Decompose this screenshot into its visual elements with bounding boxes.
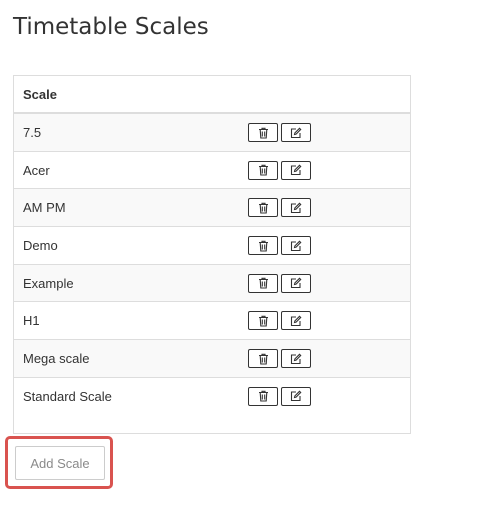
edit-button[interactable]	[281, 273, 311, 293]
add-scale-button[interactable]: Add Scale	[15, 446, 105, 480]
trash-icon	[258, 202, 269, 214]
edit-icon	[290, 277, 302, 289]
page-title: Timetable Scales	[13, 14, 209, 40]
edit-icon	[290, 127, 302, 139]
edit-icon	[290, 164, 302, 176]
edit-icon	[290, 390, 302, 402]
scale-name: AM PM	[23, 200, 66, 216]
delete-button[interactable]	[248, 311, 278, 331]
row-actions	[248, 311, 311, 331]
trash-icon	[258, 127, 269, 139]
scale-name: Standard Scale	[23, 389, 112, 405]
scale-name: 7.5	[23, 124, 42, 140]
edit-button[interactable]	[281, 160, 311, 180]
row-actions	[248, 349, 311, 369]
scale-name: Demo	[23, 237, 58, 253]
delete-button[interactable]	[248, 198, 278, 218]
delete-button[interactable]	[248, 349, 278, 369]
table-row: Acer	[14, 151, 410, 190]
row-actions	[248, 386, 311, 406]
trash-icon	[258, 277, 269, 289]
scale-name: Example	[23, 275, 74, 291]
edit-icon	[290, 315, 302, 327]
table-row: Demo	[14, 227, 410, 265]
trash-icon	[258, 353, 269, 365]
table-row: AM PM	[14, 189, 410, 228]
row-actions	[248, 198, 311, 218]
table-row: Example	[14, 264, 410, 303]
edit-icon	[290, 240, 302, 252]
delete-button[interactable]	[248, 160, 278, 180]
table-header-scale: Scale	[14, 76, 410, 114]
row-actions	[248, 160, 311, 180]
edit-button[interactable]	[281, 386, 311, 406]
edit-button[interactable]	[281, 349, 311, 369]
delete-button[interactable]	[248, 236, 278, 256]
scale-name: Mega scale	[23, 350, 90, 366]
trash-icon	[258, 315, 269, 327]
table-row: H1	[14, 302, 410, 341]
scales-table: Scale 7.5 Acer AM PM Demo Example H1 Mega scal…	[13, 75, 411, 434]
row-actions	[248, 123, 311, 142]
delete-button[interactable]	[248, 386, 278, 406]
row-actions	[248, 273, 311, 293]
table-row: 7.5	[14, 114, 410, 152]
edit-button[interactable]	[281, 311, 311, 331]
table-body: 7.5 Acer AM PM Demo Example H1 Mega scale Stand…	[14, 114, 410, 416]
trash-icon	[258, 390, 269, 402]
row-actions	[248, 236, 311, 256]
edit-icon	[290, 202, 302, 214]
table-row: Mega scale	[14, 340, 410, 378]
table-row: Standard Scale	[14, 377, 410, 416]
scale-name: Acer	[23, 162, 50, 178]
edit-button[interactable]	[281, 198, 311, 218]
scale-name: H1	[23, 313, 40, 329]
delete-button[interactable]	[248, 123, 278, 142]
edit-icon	[290, 353, 302, 365]
delete-button[interactable]	[248, 273, 278, 293]
trash-icon	[258, 164, 269, 176]
edit-button[interactable]	[281, 236, 311, 256]
edit-button[interactable]	[281, 123, 311, 142]
trash-icon	[258, 240, 269, 252]
add-scale-highlight: Add Scale	[5, 436, 113, 489]
